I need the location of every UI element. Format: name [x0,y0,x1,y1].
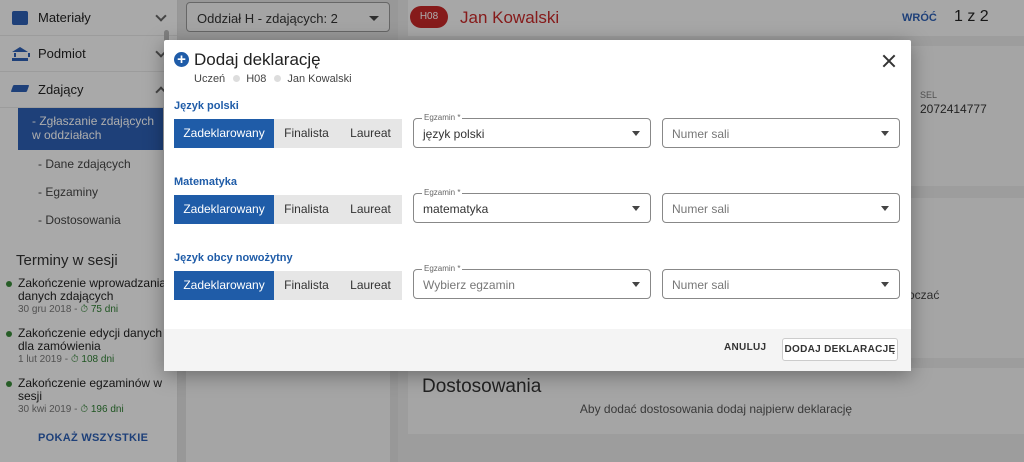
breadcrumb: Uczeń H08 Jan Kowalski [194,73,352,85]
plus-circle-icon: + [174,52,189,67]
status-laureat-button[interactable]: Laureat [339,195,402,224]
status-finalista-button[interactable]: Finalista [274,271,339,300]
dot-icon [274,75,282,82]
dialog-title: Dodaj deklarację [194,50,321,69]
status-zadeklarowany-button[interactable]: Zadeklarowany [174,119,274,148]
close-icon[interactable] [882,54,896,68]
cancel-button[interactable]: ANULUJ [724,342,766,353]
subject-row-polski: Język polski Zadeklarowany Finalista Lau… [174,100,402,148]
room-number-select[interactable]: Numer sali [662,118,900,148]
caret-down-icon [881,206,889,211]
add-declaration-dialog: + Dodaj deklarację Uczeń H08 Jan Kowalski … [164,40,911,371]
dot-icon [233,75,241,82]
exam-select[interactable]: Egzamin * Wybierz egzamin [413,264,651,299]
subject-label: Język obcy nowożytny [174,252,293,264]
caret-down-icon [632,131,640,136]
caret-down-icon [881,282,889,287]
caret-down-icon [632,206,640,211]
add-declaration-button[interactable]: DODAJ DEKLARACJĘ [782,338,898,361]
status-toggle: Zadeklarowany Finalista Laureat [174,271,402,300]
status-laureat-button[interactable]: Laureat [339,271,402,300]
subject-label: Matematyka [174,176,237,188]
status-finalista-button[interactable]: Finalista [274,119,339,148]
subject-row-matematyka: Matematyka Zadeklarowany Finalista Laure… [174,176,402,224]
caret-down-icon [632,282,640,287]
exam-select[interactable]: Egzamin * język polski [413,113,651,148]
caret-down-icon [881,131,889,136]
status-finalista-button[interactable]: Finalista [274,195,339,224]
room-number-select[interactable]: Numer sali [662,269,900,299]
dialog-footer: ANULUJ DODAJ DEKLARACJĘ [164,329,911,371]
exam-select[interactable]: Egzamin * matematyka [413,188,651,223]
subject-label: Język polski [174,100,239,112]
status-zadeklarowany-button[interactable]: Zadeklarowany [174,195,274,224]
status-zadeklarowany-button[interactable]: Zadeklarowany [174,271,274,300]
status-toggle: Zadeklarowany Finalista Laureat [174,119,402,148]
status-laureat-button[interactable]: Laureat [339,119,402,148]
subject-row-obcy: Język obcy nowożytny Zadeklarowany Final… [174,252,402,300]
status-toggle: Zadeklarowany Finalista Laureat [174,195,402,224]
room-number-select[interactable]: Numer sali [662,193,900,223]
